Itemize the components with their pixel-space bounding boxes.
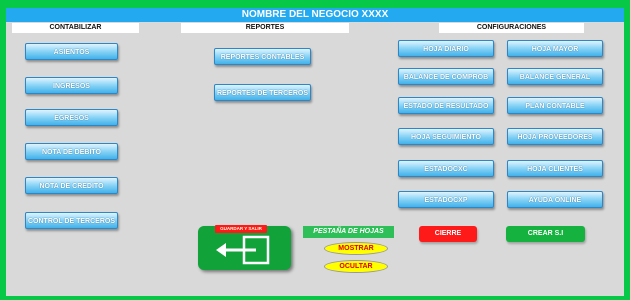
ingresos-button[interactable]: INGRESOS <box>25 77 118 94</box>
balance-de-comprob-button[interactable]: BALANCE DE COMPROB <box>398 68 494 85</box>
crear-si-button[interactable]: CREAR S.I <box>506 226 585 242</box>
section-contabilizar-header: CONTABILIZAR <box>12 23 139 33</box>
section-reportes-header: REPORTES <box>181 23 349 33</box>
app-frame: NOMBRE DEL NEGOCIO XXXX CONTABILIZAR REP… <box>0 0 630 300</box>
hoja-seguimiento-button[interactable]: HOJA SEGUIMIENTO <box>398 128 494 145</box>
estadocxp-button[interactable]: ESTADOCXP <box>398 191 494 208</box>
nota-de-credito-button[interactable]: NOTA DE CREDITO <box>25 177 118 194</box>
reportes-contables-button[interactable]: REPORTES CONTABLES <box>214 48 311 65</box>
pestana-de-hojas-label: PESTAÑA DE HOJAS <box>303 226 394 238</box>
hoja-clientes-button[interactable]: HOJA CLIENTES <box>507 160 603 177</box>
hoja-diario-button[interactable]: HOJA DIARIO <box>398 40 494 57</box>
nota-de-debito-button[interactable]: NOTA DE DEBITO <box>25 143 118 160</box>
plan-contable-button[interactable]: PLAN CONTABLE <box>507 97 603 114</box>
balance-general-button[interactable]: BALANCE GENERAL <box>507 68 603 85</box>
exit-arrow-icon <box>216 235 270 265</box>
estado-de-resultado-button[interactable]: ESTADO DE RESULTADO <box>398 97 494 114</box>
section-configuraciones-header: CONFIGURACIONES <box>439 23 584 33</box>
egresos-button[interactable]: EGRESOS <box>25 109 118 126</box>
ayuda-online-button[interactable]: AYUDA ONLINE <box>507 191 603 208</box>
business-name-title: NOMBRE DEL NEGOCIO XXXX <box>6 8 624 22</box>
guardar-y-salir-label: GUARDAR Y SALIR <box>215 225 267 233</box>
reportes-de-terceros-button[interactable]: REPORTES DE TERCEROS <box>214 84 311 101</box>
hoja-mayor-button[interactable]: HOJA MAYOR <box>507 40 603 57</box>
cierre-button[interactable]: CIERRE <box>419 226 477 242</box>
hoja-proveedores-button[interactable]: HOJA PROVEEDORES <box>507 128 603 145</box>
control-de-terceros-button[interactable]: CONTROL DE TERCEROS <box>25 212 118 229</box>
ocultar-button[interactable]: OCULTAR <box>324 260 388 273</box>
dashboard-panel: NOMBRE DEL NEGOCIO XXXX CONTABILIZAR REP… <box>6 8 624 296</box>
estadocxc-button[interactable]: ESTADOCXC <box>398 160 494 177</box>
guardar-y-salir-button[interactable]: GUARDAR Y SALIR <box>198 225 291 270</box>
mostrar-button[interactable]: MOSTRAR <box>324 242 388 255</box>
asientos-button[interactable]: ASIENTOS <box>25 43 118 60</box>
